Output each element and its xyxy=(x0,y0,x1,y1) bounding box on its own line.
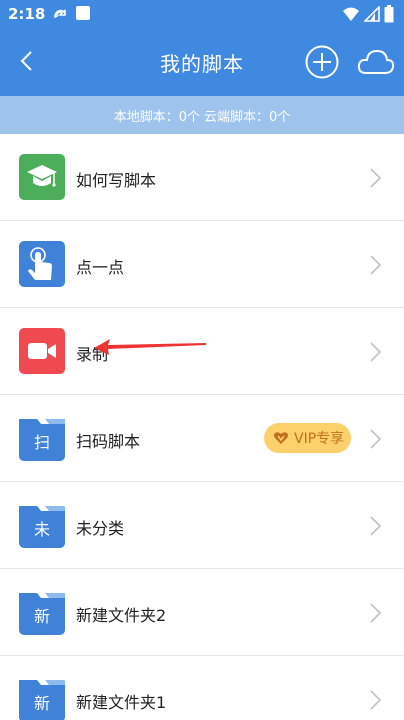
list-item-tap[interactable]: 点一点 xyxy=(0,221,404,308)
chevron-right-icon xyxy=(370,168,382,188)
list-item-label: 未分类 xyxy=(76,519,125,538)
list-item-label: 新建文件夹2 xyxy=(76,606,167,625)
list-item-scan-script[interactable]: 扫 扫码脚本 VIP专享 xyxy=(0,395,404,482)
list-item-label: 录制 xyxy=(76,345,109,364)
video-camera-icon xyxy=(19,328,65,374)
cloud-script-count: 云端脚本：0个 xyxy=(204,109,291,125)
status-time: 2:18 xyxy=(8,5,46,23)
script-summary-bar: 本地脚本：0个 云端脚本：0个 xyxy=(0,96,404,134)
chevron-right-icon xyxy=(370,690,382,710)
chevron-right-icon xyxy=(370,342,382,362)
list-item-label: 扫码脚本 xyxy=(76,432,141,451)
chevron-right-icon xyxy=(370,429,382,449)
local-script-count: 本地脚本：0个 xyxy=(113,109,200,125)
list-item-uncategorized[interactable]: 未 未分类 xyxy=(0,482,404,569)
chevron-right-icon xyxy=(370,603,382,623)
add-button[interactable] xyxy=(305,45,339,79)
notification-icon xyxy=(76,6,90,20)
signal-icon xyxy=(364,6,380,22)
nav-bar: 我的脚本 xyxy=(0,30,404,96)
list-item-new-folder-1[interactable]: 新 新建文件夹1 xyxy=(0,656,404,720)
page-title: 我的脚本 xyxy=(160,52,244,76)
folder-letter: 新 xyxy=(33,607,50,626)
vip-badge: VIP专享 xyxy=(264,423,351,453)
folder-icon: 扫 xyxy=(19,415,65,461)
list-item-label: 新建文件夹1 xyxy=(76,693,167,712)
sync-icon xyxy=(54,9,66,19)
script-list: 如何写脚本 点一点 录制 扫 扫码脚本 VIP专享 未 未分类 新 新建文件夹2… xyxy=(0,134,404,720)
tap-hand-icon xyxy=(19,241,65,287)
chevron-right-icon xyxy=(370,516,382,536)
folder-icon: 新 xyxy=(19,589,65,635)
graduation-cap-icon xyxy=(19,154,65,200)
list-item-new-folder-2[interactable]: 新 新建文件夹2 xyxy=(0,569,404,656)
status-bar: 2:18 xyxy=(0,0,404,30)
folder-letter: 扫 xyxy=(33,433,50,452)
folder-letter: 新 xyxy=(33,694,50,713)
wifi-icon xyxy=(343,7,359,21)
vip-badge-label: VIP专享 xyxy=(294,431,345,447)
folder-icon: 新 xyxy=(19,676,65,720)
vip-heart-icon xyxy=(274,432,288,444)
list-item-label: 点一点 xyxy=(76,258,125,277)
list-item-record[interactable]: 录制 xyxy=(0,308,404,395)
chevron-right-icon xyxy=(370,255,382,275)
folder-icon: 未 xyxy=(19,502,65,548)
list-item-how-to-write[interactable]: 如何写脚本 xyxy=(0,134,404,221)
list-item-label: 如何写脚本 xyxy=(76,171,157,190)
folder-letter: 未 xyxy=(33,520,50,539)
cloud-button[interactable] xyxy=(356,46,396,78)
battery-icon xyxy=(384,5,394,23)
